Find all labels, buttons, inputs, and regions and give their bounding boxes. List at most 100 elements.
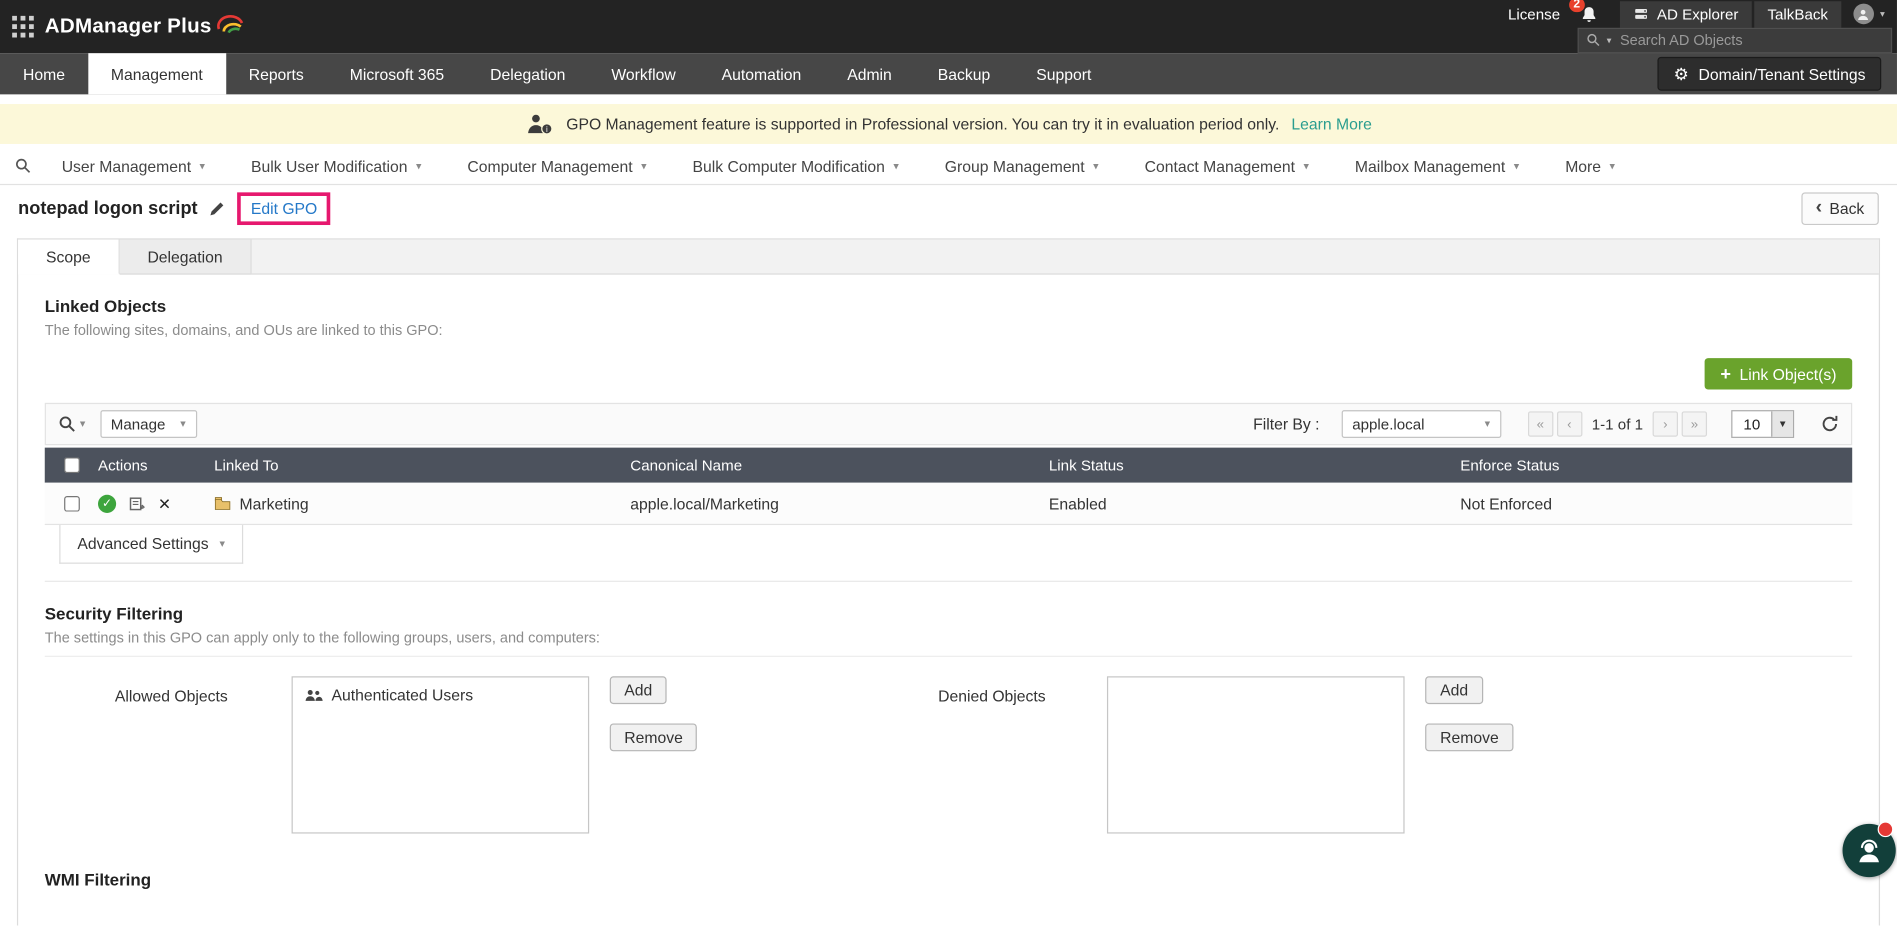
menu-bulk-computer-modification[interactable]: Bulk Computer Modification ▾: [670, 157, 922, 175]
advanced-settings-dropdown[interactable]: Advanced Settings ▾: [59, 525, 244, 564]
search-scope-caret-icon: ▾: [1606, 34, 1612, 46]
avatar: [1853, 3, 1874, 25]
ad-explorer-label: AD Explorer: [1656, 5, 1739, 23]
app-logo[interactable]: ADManager Plus: [45, 15, 253, 39]
delete-link-icon[interactable]: ×: [158, 493, 170, 514]
security-filtering-controls: Allowed Objects Authenticated Users Add …: [45, 676, 1852, 834]
column-linked-to: Linked To: [214, 456, 279, 474]
nav-tab-reports[interactable]: Reports: [226, 53, 327, 94]
chevron-down-icon: ▾: [199, 159, 206, 172]
previous-page-button[interactable]: ‹: [1556, 411, 1583, 437]
column-enforce-status: Enforce Status: [1460, 456, 1560, 474]
menu-group-management[interactable]: Group Management ▾: [922, 157, 1122, 175]
chevron-down-icon: ▾: [415, 159, 422, 172]
talkback-button[interactable]: TalkBack: [1754, 0, 1842, 28]
allowed-remove-button[interactable]: Remove: [609, 723, 698, 752]
top-bar-right: License 2 AD Explorer TalkBack ▾ ▾ Searc…: [1508, 0, 1897, 53]
enable-link-icon[interactable]: ✓: [97, 494, 117, 513]
denied-objects-listbox[interactable]: [1107, 676, 1406, 834]
nav-tab-support[interactable]: Support: [1013, 53, 1114, 94]
chevron-down-icon: ▾: [1484, 417, 1491, 430]
nav-tab-admin[interactable]: Admin: [824, 53, 915, 94]
notifications-bell-icon[interactable]: 2: [1568, 0, 1597, 23]
menu-bulk-user-modification[interactable]: Bulk User Modification ▾: [228, 157, 444, 175]
tab-scope[interactable]: Scope: [18, 239, 120, 275]
user-account-menu[interactable]: ▾: [1841, 3, 1894, 25]
next-page-button[interactable]: ›: [1652, 411, 1679, 437]
top-bar: ADManager Plus License 2 AD Explorer Tal…: [0, 0, 1897, 54]
support-chat-button[interactable]: [1842, 821, 1896, 878]
menu-user-management[interactable]: User Management ▾: [39, 157, 228, 175]
chevron-down-icon: ▾: [1513, 159, 1520, 172]
first-page-button[interactable]: «: [1527, 411, 1554, 437]
domain-tenant-settings-label: Domain/Tenant Settings: [1698, 64, 1866, 83]
chevron-down-icon: ▾: [180, 417, 186, 430]
menu-label: More: [1565, 156, 1602, 175]
nav-tab-delegation[interactable]: Delegation: [467, 53, 588, 94]
menu-contact-management[interactable]: Contact Management ▾: [1122, 157, 1332, 175]
menu-more[interactable]: More ▾: [1542, 157, 1638, 175]
chevron-down-icon: ▾: [79, 417, 86, 430]
chevron-down-icon: ▾: [219, 537, 225, 550]
advanced-settings-label: Advanced Settings: [77, 534, 209, 553]
nav-tab-management[interactable]: Management: [87, 53, 226, 95]
svg-text:i: i: [546, 125, 548, 134]
tab-delegation[interactable]: Delegation: [119, 239, 252, 275]
management-menu-bar: User Management ▾ Bulk User Modification ▾…: [0, 148, 1897, 186]
domain-filter-dropdown[interactable]: apple.local ▾: [1341, 410, 1502, 438]
annotation-highlight: Edit GPO: [237, 191, 331, 225]
menu-search-icon[interactable]: [7, 157, 38, 174]
allowed-add-button[interactable]: Add: [609, 676, 667, 705]
gpo-tabs: Scope Delegation: [18, 239, 1879, 275]
nav-tab-home[interactable]: Home: [0, 53, 88, 94]
nav-tab-backup[interactable]: Backup: [915, 53, 1013, 94]
license-link[interactable]: License: [1508, 5, 1560, 22]
chevron-down-icon: ▾: [893, 159, 899, 172]
search-input[interactable]: [1617, 30, 1884, 50]
nav-tab-microsoft365[interactable]: Microsoft 365: [327, 53, 467, 94]
column-canonical-name: Canonical Name: [630, 456, 743, 474]
list-item[interactable]: Authenticated Users: [304, 686, 577, 704]
search-icon: [1587, 33, 1600, 47]
menu-computer-management[interactable]: Computer Management ▾: [444, 157, 669, 175]
denied-add-button[interactable]: Add: [1425, 676, 1483, 705]
select-all-checkbox[interactable]: [63, 457, 80, 474]
ad-explorer-button[interactable]: AD Explorer: [1619, 0, 1752, 28]
banner-message: GPO Management feature is supported in P…: [566, 114, 1280, 134]
ou-icon: [214, 497, 231, 510]
learn-more-link[interactable]: Learn More: [1291, 115, 1371, 133]
security-filtering-heading: Security Filtering: [44, 603, 184, 624]
edit-gpo-link[interactable]: Edit GPO: [251, 199, 317, 217]
app-name: ADManager Plus: [44, 14, 212, 38]
link-objects-button[interactable]: + Link Object(s): [1704, 358, 1853, 390]
chat-notification-badge: [1877, 821, 1894, 838]
domain-tenant-settings-button[interactable]: ⚙ Domain/Tenant Settings: [1657, 56, 1882, 91]
user-info-icon: i: [528, 114, 553, 135]
link-objects-label: Link Object(s): [1739, 364, 1837, 383]
menu-mailbox-management[interactable]: Mailbox Management ▾: [1332, 157, 1542, 175]
last-page-button[interactable]: »: [1681, 411, 1708, 437]
manage-dropdown[interactable]: Manage ▾: [99, 410, 197, 438]
talkback-label: TalkBack: [1767, 5, 1828, 23]
table-search-icon[interactable]: ▾: [58, 415, 85, 433]
allowed-objects-listbox[interactable]: Authenticated Users: [291, 676, 590, 834]
main-nav: Home Management Reports Microsoft 365 De…: [0, 53, 1897, 95]
edit-pencil-icon[interactable]: [210, 200, 226, 216]
nav-tab-workflow[interactable]: Workflow: [588, 53, 698, 94]
menu-label: Bulk Computer Modification: [692, 156, 885, 175]
app-launcher-grid-icon[interactable]: [12, 15, 34, 38]
denied-objects-label: Denied Objects: [938, 687, 1046, 706]
evaluation-banner: i GPO Management feature is supported in…: [0, 104, 1897, 144]
edit-link-icon[interactable]: [128, 494, 146, 512]
page-size-select[interactable]: 10 ▼: [1731, 410, 1795, 438]
users-icon: [305, 689, 323, 701]
refresh-icon[interactable]: [1821, 415, 1839, 433]
back-button[interactable]: ‹ Back: [1801, 191, 1879, 225]
denied-remove-button[interactable]: Remove: [1425, 723, 1514, 752]
wmi-filtering-heading: WMI Filtering: [44, 869, 152, 890]
nav-tab-automation[interactable]: Automation: [699, 53, 825, 94]
chevron-down-icon: ▾: [1093, 159, 1099, 172]
column-actions: Actions: [97, 456, 148, 474]
row-checkbox[interactable]: [63, 495, 80, 512]
drive-icon: [1634, 8, 1647, 19]
